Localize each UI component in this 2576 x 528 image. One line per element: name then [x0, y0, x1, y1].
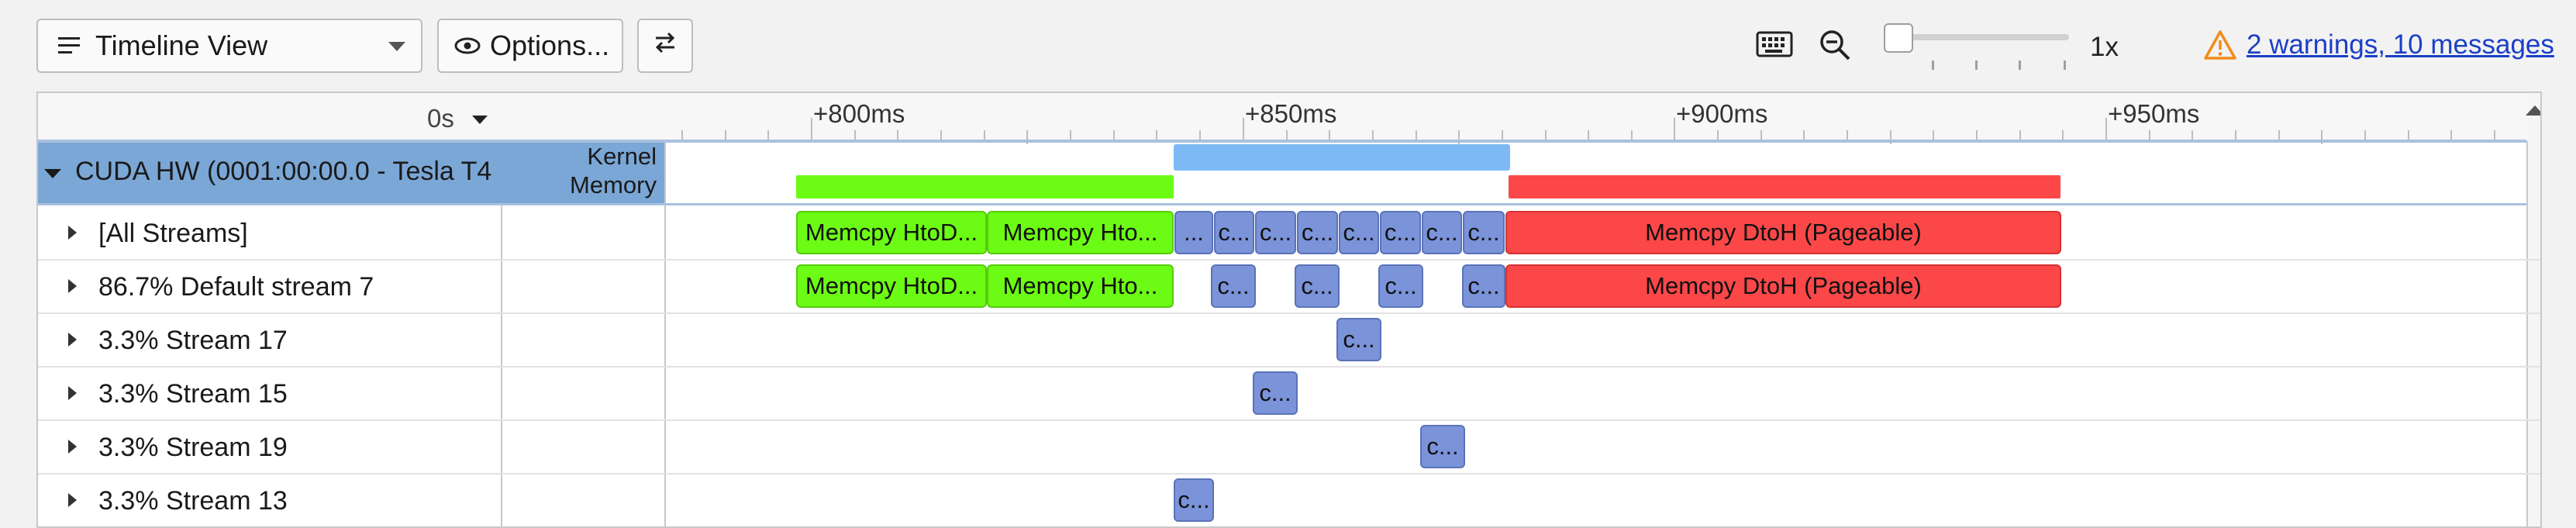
stream-row-label: 86.7% Default stream 7 [98, 272, 374, 302]
zoom-level: 1x [2090, 32, 2119, 62]
memcpy-htod-bar[interactable]: Memcpy Hto... [987, 211, 1174, 254]
kernel-bar[interactable]: c... [1174, 478, 1214, 522]
kernel-bar[interactable]: c... [1253, 371, 1298, 415]
kernel-bar[interactable]: c... [1297, 211, 1338, 254]
options-button[interactable]: Options... [437, 19, 623, 73]
kernel-bar[interactable]: c... [1378, 264, 1423, 308]
memcpy-htod-bar[interactable]: Memcpy HtoD... [796, 211, 987, 254]
swap-arrows-icon [653, 29, 678, 62]
zoom-slider-thumb[interactable] [1884, 23, 1913, 53]
stream-row-label: 3.3% Stream 15 [98, 379, 288, 409]
kernel-bar[interactable]: c... [1380, 211, 1421, 254]
zoom-slider[interactable] [1884, 23, 2074, 78]
view-select[interactable]: Timeline View [36, 19, 422, 73]
kernel-bar[interactable]: c... [1214, 211, 1254, 254]
memory-label: Memory [570, 171, 657, 198]
kernel-bar[interactable]: c... [1295, 264, 1340, 308]
device-row-label: CUDA HW (0001:00:00.0 - Tesla T4 [75, 157, 492, 186]
collapse-triangle-icon[interactable] [44, 169, 61, 178]
expand-triangle-icon[interactable] [68, 226, 77, 240]
options-label: Options... [490, 29, 610, 61]
kernel-label: Kernel [587, 143, 657, 170]
chevron-down-icon [388, 42, 405, 51]
kernel-summary-bar[interactable] [1174, 144, 1510, 171]
zoom-out-icon[interactable] [1818, 28, 1852, 66]
kernel-bar[interactable]: c... [1339, 211, 1379, 254]
warning-triangle-icon [2203, 29, 2237, 64]
kernel-bar[interactable]: c... [1462, 264, 1505, 308]
sort-down-icon[interactable] [472, 116, 488, 124]
ruler-label: +800ms [813, 99, 905, 128]
timeline-panel: 0s +800ms +850ms +900ms +950ms CUDA HW (… [36, 91, 2542, 528]
stream-row-label: [All Streams] [98, 219, 248, 248]
menu-lines-icon [58, 37, 81, 54]
memcpy-htod-bar[interactable]: Memcpy Hto... [987, 264, 1174, 308]
swap-button[interactable] [637, 19, 693, 73]
warnings-link[interactable]: 2 warnings, 10 messages [2247, 29, 2554, 60]
scroll-up-icon[interactable] [2526, 105, 2540, 116]
time-ruler[interactable]: +800ms +850ms +900ms +950ms [666, 93, 2526, 144]
stream-row-label: 3.3% Stream 19 [98, 433, 288, 462]
expand-triangle-icon[interactable] [68, 279, 77, 293]
expand-triangle-icon[interactable] [68, 440, 77, 454]
kernel-bar[interactable]: c... [1336, 318, 1381, 361]
memcpy-htod-summary-bar[interactable] [796, 175, 1174, 198]
kernel-bar[interactable]: ... [1174, 211, 1213, 254]
kernel-bar[interactable]: c... [1255, 211, 1296, 254]
view-select-label: Timeline View [95, 29, 268, 61]
kernel-bar[interactable]: c... [1420, 425, 1465, 468]
memcpy-dtoh-summary-bar[interactable] [1509, 175, 2060, 198]
memcpy-dtoh-bar[interactable]: Memcpy DtoH (Pageable) [1505, 264, 2061, 308]
expand-triangle-icon[interactable] [68, 493, 77, 507]
kernel-bar[interactable]: c... [1463, 211, 1505, 254]
vertical-scrollbar[interactable] [2528, 93, 2540, 526]
eye-icon [454, 29, 481, 62]
ruler-label: +850ms [1245, 99, 1337, 128]
kernel-bar[interactable]: c... [1211, 264, 1256, 308]
expand-triangle-icon[interactable] [68, 386, 77, 400]
ruler-label: +950ms [2108, 99, 2200, 128]
memcpy-dtoh-bar[interactable]: Memcpy DtoH (Pageable) [1505, 211, 2061, 254]
ruler-label: +900ms [1676, 99, 1768, 128]
expand-triangle-icon[interactable] [68, 333, 77, 347]
memcpy-htod-bar[interactable]: Memcpy HtoD... [796, 264, 987, 308]
time-origin-label[interactable]: 0s [427, 104, 454, 133]
stream-row-label: 3.3% Stream 13 [98, 486, 288, 516]
keyboard-icon[interactable] [1756, 31, 1793, 61]
kernel-bar[interactable]: c... [1422, 211, 1462, 254]
stream-row-label: 3.3% Stream 17 [98, 326, 288, 355]
